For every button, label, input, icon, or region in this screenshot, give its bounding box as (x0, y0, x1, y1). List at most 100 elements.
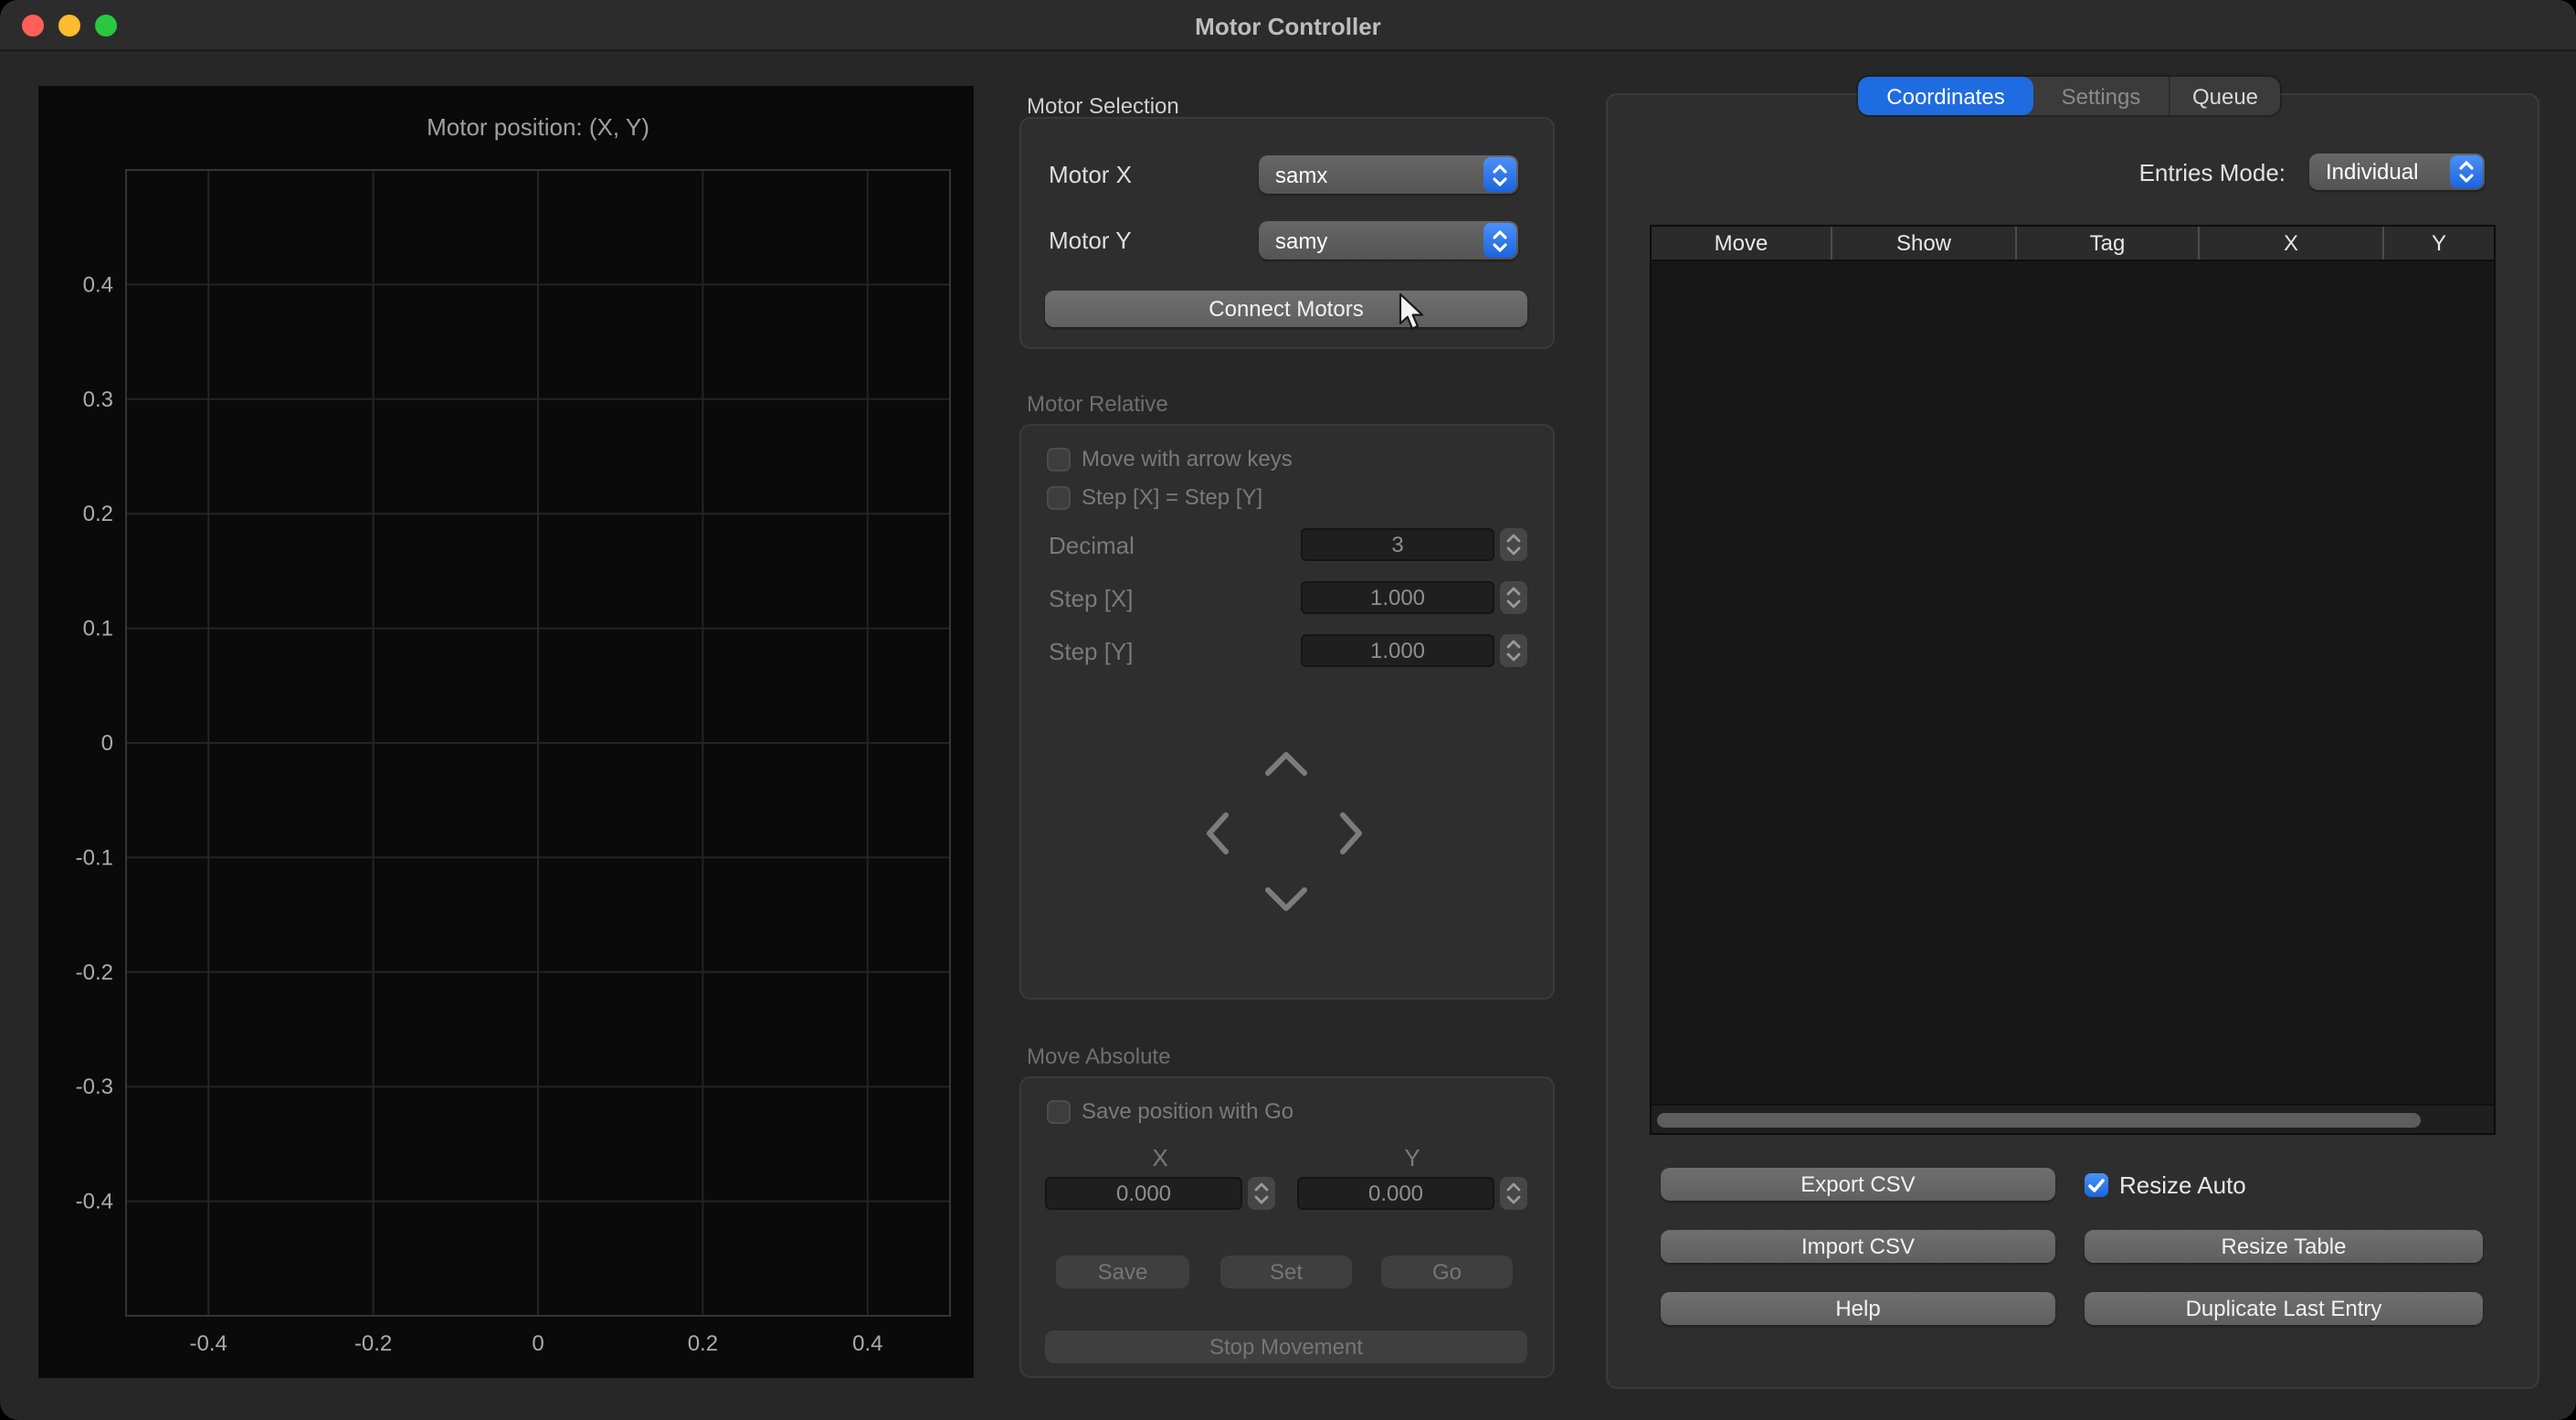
svg-text:Motor position: (X, Y): Motor position: (X, Y) (427, 113, 649, 141)
stepper-arrows-icon[interactable] (1500, 634, 1527, 667)
set-button[interactable]: Set (1220, 1256, 1352, 1288)
step-y-spinbox[interactable]: 1.000 (1301, 634, 1527, 667)
checkbox-box (1047, 1099, 1071, 1123)
motor-y-dropdown-value: samy (1275, 228, 1327, 253)
svg-text:-0.2: -0.2 (76, 960, 113, 985)
svg-text:0.3: 0.3 (83, 387, 113, 412)
move-up-button[interactable] (1255, 742, 1317, 786)
decimal-field[interactable]: 3 (1301, 528, 1494, 561)
entries-mode-label: Entries Mode: (2139, 159, 2286, 186)
chevron-down-icon (1262, 881, 1310, 917)
svg-text:0: 0 (101, 731, 113, 756)
stop-movement-button[interactable]: Stop Movement (1045, 1330, 1527, 1363)
move-absolute-group-label: Move Absolute (1027, 1044, 1170, 1069)
svg-text:0.1: 0.1 (83, 617, 113, 641)
step-x-field[interactable]: 1.000 (1301, 581, 1494, 614)
absolute-x-spinbox[interactable]: 0.000 (1045, 1177, 1275, 1210)
go-button[interactable]: Go (1381, 1256, 1513, 1288)
absolute-x-field[interactable]: 0.000 (1045, 1177, 1242, 1210)
save-button[interactable]: Save (1056, 1256, 1189, 1288)
svg-text:0.4: 0.4 (852, 1331, 882, 1356)
column-header-y[interactable]: Y (2384, 227, 2494, 260)
titlebar: Motor Controller (0, 0, 2576, 51)
save-position-checkbox[interactable]: Save position with Go (1047, 1098, 1293, 1124)
move-right-button[interactable] (1323, 810, 1378, 857)
motor-y-dropdown[interactable]: samy (1259, 221, 1518, 260)
entries-mode-dropdown[interactable]: Individual (2309, 154, 2485, 190)
position-chart-panel: -0.4-0.200.20.40.40.30.20.10-0.1-0.2-0.3… (38, 86, 974, 1378)
step-equal-checkbox[interactable]: Step [X] = Step [Y] (1047, 484, 1262, 510)
column-header-x[interactable]: X (2200, 227, 2384, 260)
step-x-spinbox[interactable]: 1.000 (1301, 581, 1527, 614)
column-header-tag[interactable]: Tag (2017, 227, 2200, 260)
svg-text:0: 0 (532, 1331, 544, 1356)
checkbox-box (1047, 447, 1071, 471)
table-body (1652, 261, 2494, 1104)
step-y-label: Step [Y] (1049, 638, 1134, 665)
tab-bar: Coordinates Settings Queue (1858, 77, 2280, 115)
motor-x-dropdown[interactable]: samx (1259, 155, 1518, 194)
absolute-y-spinbox[interactable]: 0.000 (1297, 1177, 1527, 1210)
position-chart: -0.4-0.200.20.40.40.30.20.10-0.1-0.2-0.3… (38, 86, 974, 1378)
resize-auto-checkbox[interactable]: Resize Auto (2085, 1171, 2246, 1199)
scrollbar-thumb[interactable] (1657, 1113, 2421, 1128)
absolute-y-label: Y (1273, 1144, 1551, 1171)
tab-coordinates[interactable]: Coordinates (1858, 77, 2033, 115)
tab-queue[interactable]: Queue (2169, 77, 2280, 115)
popup-arrows-icon (1483, 223, 1516, 258)
move-arrow-keys-label: Move with arrow keys (1082, 446, 1293, 472)
move-arrow-keys-checkbox[interactable]: Move with arrow keys (1047, 446, 1293, 472)
motor-y-label: Motor Y (1049, 227, 1132, 254)
move-down-button[interactable] (1255, 877, 1317, 921)
help-button[interactable]: Help (1661, 1292, 2055, 1325)
decimal-label: Decimal (1049, 532, 1135, 559)
motor-selection-group: Motor X samx Motor Y samy Connect Motors (1019, 117, 1555, 349)
svg-text:0.4: 0.4 (83, 272, 113, 297)
move-absolute-group: Save position with Go X Y 0.000 0.000 Sa… (1019, 1076, 1555, 1378)
move-left-button[interactable] (1191, 810, 1246, 857)
coordinates-table: Move Show Tag X Y (1650, 225, 2496, 1135)
popup-arrows-icon (2450, 155, 2483, 188)
chevron-right-icon (1332, 810, 1368, 857)
checkbox-box (2085, 1173, 2108, 1197)
motor-x-label: Motor X (1049, 161, 1132, 188)
window-title: Motor Controller (0, 13, 2576, 40)
stepper-arrows-icon[interactable] (1248, 1177, 1275, 1210)
decimal-spinbox[interactable]: 3 (1301, 528, 1527, 561)
svg-text:-0.1: -0.1 (76, 845, 113, 870)
chevron-left-icon (1200, 810, 1237, 857)
table-header-row: Move Show Tag X Y (1652, 227, 2494, 261)
connect-motors-button[interactable]: Connect Motors (1045, 291, 1527, 327)
step-equal-label: Step [X] = Step [Y] (1082, 484, 1262, 510)
checkbox-box (1047, 485, 1071, 509)
motor-selection-group-label: Motor Selection (1027, 93, 1179, 119)
stepper-arrows-icon[interactable] (1500, 581, 1527, 614)
svg-text:-0.3: -0.3 (76, 1075, 113, 1099)
motor-relative-group: Move with arrow keys Step [X] = Step [Y]… (1019, 424, 1555, 1000)
horizontal-scrollbar[interactable] (1652, 1104, 2494, 1133)
resize-auto-label: Resize Auto (2119, 1171, 2246, 1199)
stepper-arrows-icon[interactable] (1500, 1177, 1527, 1210)
app-window: Motor Controller -0.4 -0.2 0 0.2 0.4 0.4 0.3 0.… (0, 0, 2576, 1420)
motor-x-dropdown-value: samx (1275, 162, 1327, 187)
import-csv-button[interactable]: Import CSV (1661, 1230, 2055, 1263)
step-y-field[interactable]: 1.000 (1301, 634, 1494, 667)
duplicate-last-entry-button[interactable]: Duplicate Last Entry (2085, 1292, 2483, 1325)
chevron-up-icon (1262, 746, 1310, 782)
column-header-move[interactable]: Move (1652, 227, 1832, 260)
step-x-label: Step [X] (1049, 585, 1134, 612)
svg-text:0.2: 0.2 (83, 502, 113, 526)
svg-text:0.2: 0.2 (688, 1331, 718, 1356)
resize-table-button[interactable]: Resize Table (2085, 1230, 2483, 1263)
tab-settings[interactable]: Settings (2033, 77, 2169, 115)
column-header-show[interactable]: Show (1832, 227, 2017, 260)
export-csv-button[interactable]: Export CSV (1661, 1168, 2055, 1201)
absolute-y-field[interactable]: 0.000 (1297, 1177, 1494, 1210)
popup-arrows-icon (1483, 157, 1516, 192)
absolute-x-label: X (1021, 1144, 1299, 1171)
entries-mode-value: Individual (2326, 159, 2418, 185)
svg-text:-0.4: -0.4 (76, 1190, 113, 1214)
svg-text:-0.4: -0.4 (190, 1331, 227, 1356)
stepper-arrows-icon[interactable] (1500, 528, 1527, 561)
save-position-label: Save position with Go (1082, 1098, 1293, 1124)
